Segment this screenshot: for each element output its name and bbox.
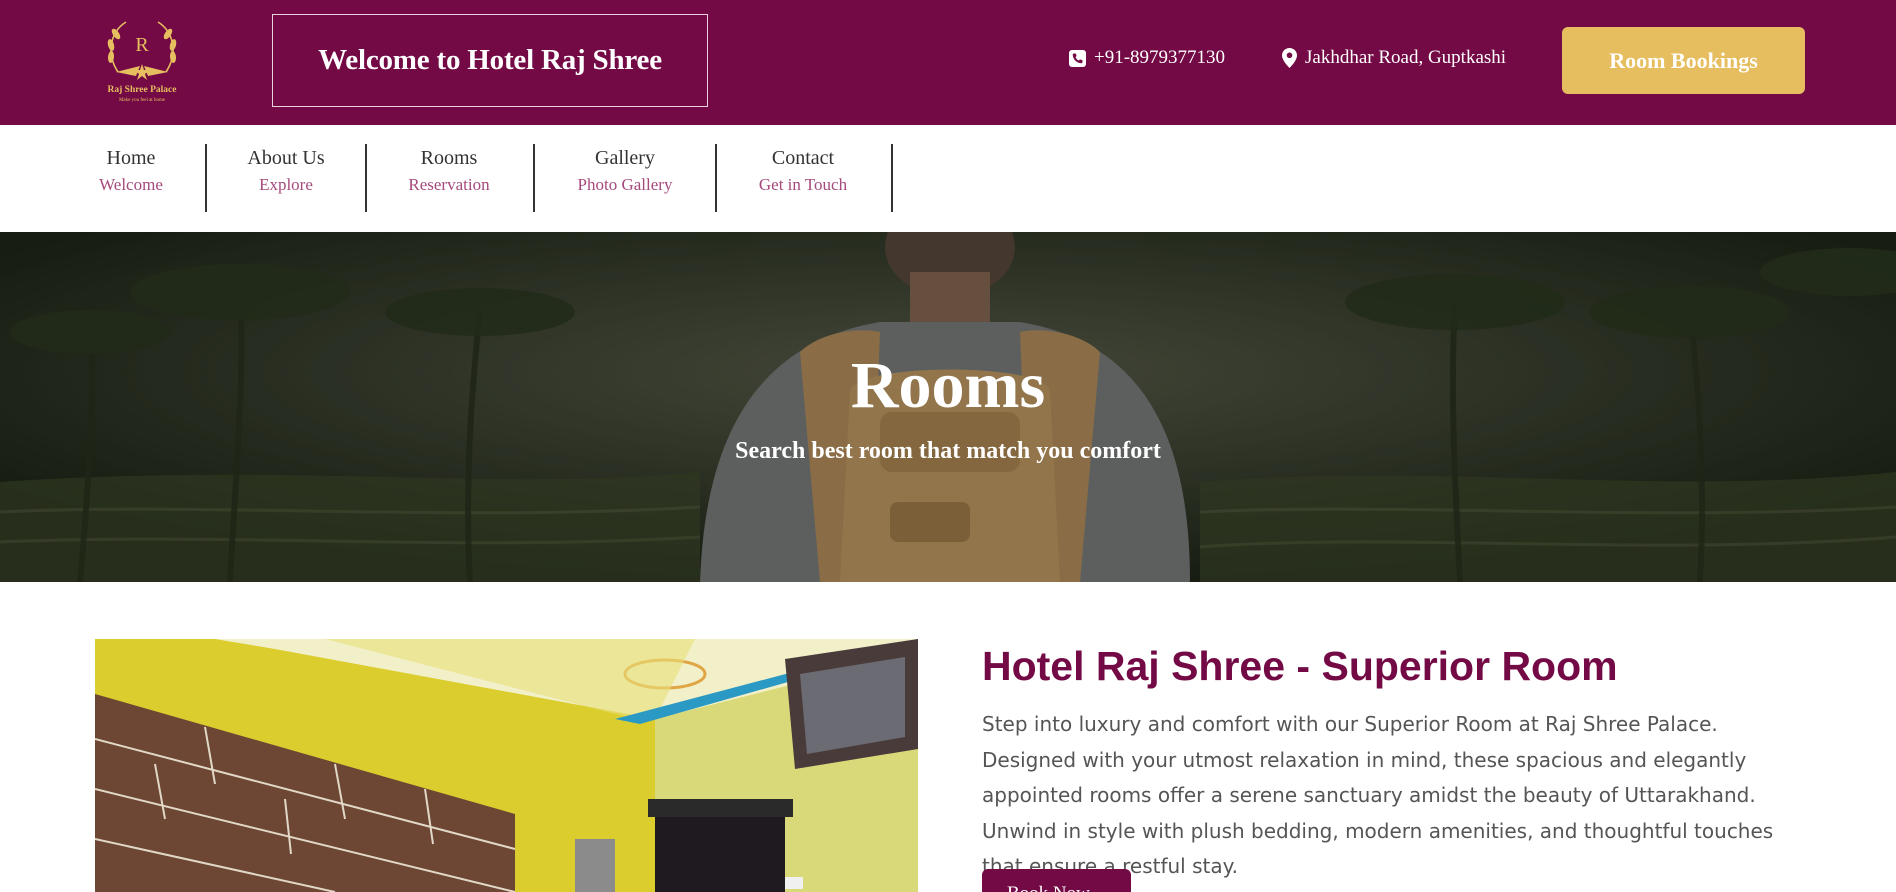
room-photo[interactable] [95,639,918,892]
nav-sublabel: Explore [259,175,313,194]
nav-label: Contact [771,147,835,169]
main-navigation: Home Welcome About Us Explore Rooms Rese… [0,125,1896,232]
nav-label: Home [106,147,156,169]
welcome-banner: Welcome to Hotel Raj Shree [272,14,708,107]
svg-text:Raj Shree Palace: Raj Shree Palace [108,85,177,95]
phone-icon [1069,49,1086,67]
nav-item-about[interactable]: About Us Explore [236,145,336,212]
hotel-logo[interactable]: R Raj Shree Palace Make you feel at home [96,14,188,106]
top-header: R Raj Shree Palace Make you feel at home… [0,0,1896,125]
room-image [95,639,918,892]
room-bookings-label: Room Bookings [1609,47,1758,73]
address-contact[interactable]: Jakhdhar Road, Guptkashi [1282,47,1506,69]
phone-contact[interactable]: +91-8979377130 [1069,47,1225,69]
hero-title: Rooms [850,349,1046,422]
nav-label: About Us [247,147,325,169]
nav-divider [715,144,717,212]
nav-item-gallery[interactable]: Gallery Photo Gallery [564,145,686,212]
address-text: Jakhdhar Road, Guptkashi [1305,47,1507,68]
book-now-label: Book Now [1007,883,1090,892]
welcome-text: Welcome to Hotel Raj Shree [318,44,662,76]
nav-sublabel: Photo Gallery [577,175,673,194]
room-title: Hotel Raj Shree - Superior Room [982,643,1618,689]
nav-item-contact[interactable]: Contact Get in Touch [746,145,860,212]
nav-sublabel: Welcome [99,175,163,194]
svg-text:Make you feel at home: Make you feel at home [119,98,166,103]
map-pin-icon [1282,48,1297,68]
nav-divider [891,144,893,212]
nav-item-rooms[interactable]: Rooms Reservation [399,145,499,212]
nav-divider [365,144,367,212]
nav-item-home[interactable]: Home Welcome [96,145,166,212]
hero-subtitle: Search best room that match you comfort [735,438,1161,464]
nav-label: Rooms [420,147,478,169]
room-description: Step into luxury and comfort with our Su… [982,712,1774,878]
hero-banner: Rooms Search best room that match you co… [0,232,1896,582]
svg-text:R: R [135,34,149,56]
nav-label: Gallery [595,147,655,169]
nav-divider [205,144,207,212]
nav-sublabel: Get in Touch [758,175,848,194]
nav-sublabel: Reservation [408,175,490,194]
room-bookings-button[interactable]: Room Bookings [1562,27,1805,94]
nav-divider [533,144,535,212]
book-now-button[interactable]: Book Now [982,869,1131,892]
phone-number: +91-8979377130 [1094,47,1226,68]
